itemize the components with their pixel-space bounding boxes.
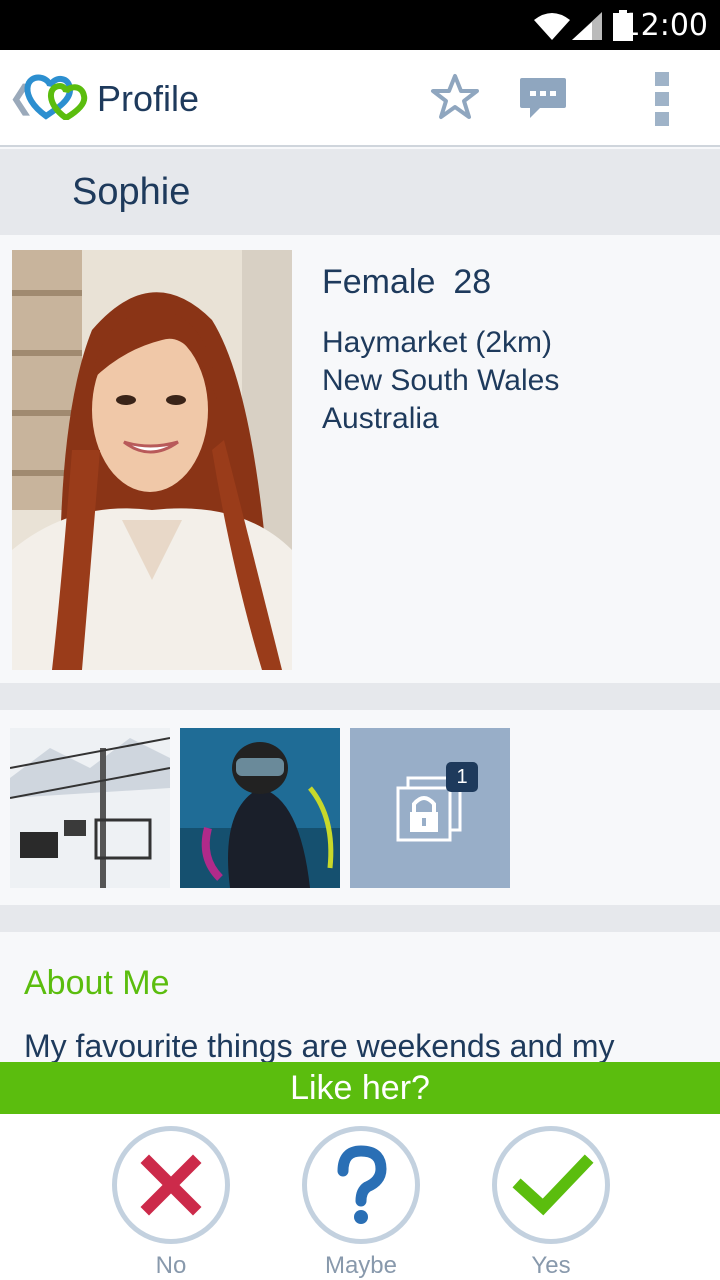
profile-name: Sophie [72, 171, 191, 213]
gender: Female [322, 263, 436, 301]
yes-label: Yes [531, 1252, 571, 1279]
hearts-logo-icon[interactable] [24, 72, 90, 120]
action-bar: No Maybe Yes [0, 1114, 720, 1280]
divider [0, 683, 720, 710]
maybe-label: Maybe [324, 1252, 398, 1279]
question-icon [337, 1145, 387, 1224]
lock-icon [396, 776, 462, 842]
page-title: Profile [97, 78, 200, 119]
overflow-menu-icon[interactable] [655, 72, 673, 126]
maybe-button[interactable]: Maybe [302, 1126, 420, 1280]
like-prompt: Like her? [0, 1062, 720, 1114]
name-bar: Sophie [0, 149, 720, 358]
clock: 12:00 [621, 8, 708, 43]
about-heading: About Me [24, 964, 170, 1002]
location-country: Australia [322, 402, 439, 435]
locked-count-badge: 1 [446, 762, 478, 792]
gallery-thumb-locked[interactable]: 1 [350, 728, 510, 888]
favorite-star-icon[interactable] [430, 72, 480, 122]
no-button[interactable]: No [112, 1126, 230, 1280]
chat-icon[interactable] [518, 76, 568, 120]
divider [0, 905, 720, 932]
checkmark-icon [512, 1154, 594, 1216]
wifi-icon [534, 13, 570, 40]
gallery-thumb-diver[interactable] [180, 728, 340, 888]
status-bar: 12:00 [0, 0, 720, 50]
close-icon [140, 1154, 202, 1216]
age: 28 [453, 263, 492, 301]
app-bar: ❮ Profile [0, 50, 720, 147]
signal-icon [572, 12, 602, 40]
location-state: New South Wales [322, 364, 560, 397]
yes-button[interactable]: Yes [492, 1126, 610, 1280]
profile-info: Female 28 Haymarket (2km) New South Wales… [322, 263, 559, 438]
profile-section: Female 28 Haymarket (2km) New South Wales… [0, 235, 720, 683]
location-suburb: Haymarket (2km) [322, 326, 553, 359]
no-label: No [155, 1252, 187, 1279]
about-text: My favourite things are weekends and my [24, 1028, 615, 1062]
photo-gallery: 1 [0, 710, 720, 905]
profile-photo[interactable] [12, 250, 292, 670]
about-section: About Me My favourite things are weekend… [0, 932, 720, 1062]
gallery-thumb-ski[interactable] [10, 728, 170, 888]
